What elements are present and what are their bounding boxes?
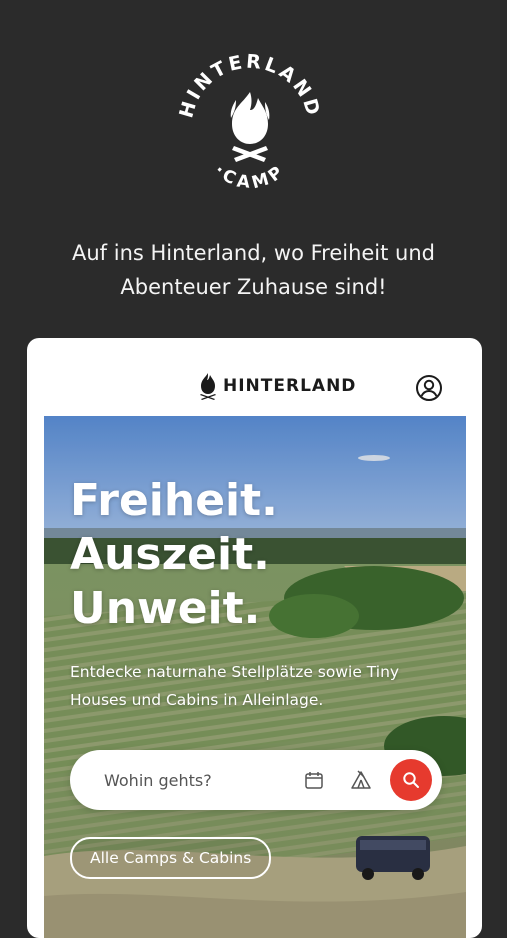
hero-section: Freiheit. Auszeit. Unweit. Entdecke natu… [44,416,466,938]
svg-text:·CAMP: ·CAMP [210,160,290,193]
account-icon[interactable] [415,374,443,402]
hinterland-camp-logo: HINTERLAND ·CAMP [170,44,330,204]
headline-line: Auszeit. [70,529,270,580]
headline-line: Unweit. [70,583,261,634]
hero-headline: Freiheit. Auszeit. Unweit. [70,474,278,636]
card-header: HINTERLAND [27,338,482,416]
tagline: Auf ins Hinterland, wo Freiheit und Aben… [71,241,436,299]
search-input[interactable] [104,768,284,792]
brand-logo[interactable]: HINTERLAND [199,372,356,400]
app-preview-card: HINTERLAND Freiheit. Auszeit. Unweit. En… [27,338,482,938]
headline-line: Freiheit. [70,475,278,526]
search-bar[interactable] [70,750,442,810]
calendar-icon[interactable] [304,770,324,790]
hero-subline: Entdecke naturnahe Stellplätze sowie Tin… [70,663,400,709]
tent-icon[interactable] [350,770,372,790]
brand-name: HINTERLAND [223,376,357,396]
all-camps-button[interactable]: Alle Camps & Cabins [70,837,272,879]
search-icon [403,772,419,788]
search-button[interactable] [390,759,432,801]
fire-logo-icon: HINTERLAND ·CAMP [175,51,321,194]
fire-logo-icon [200,373,216,400]
